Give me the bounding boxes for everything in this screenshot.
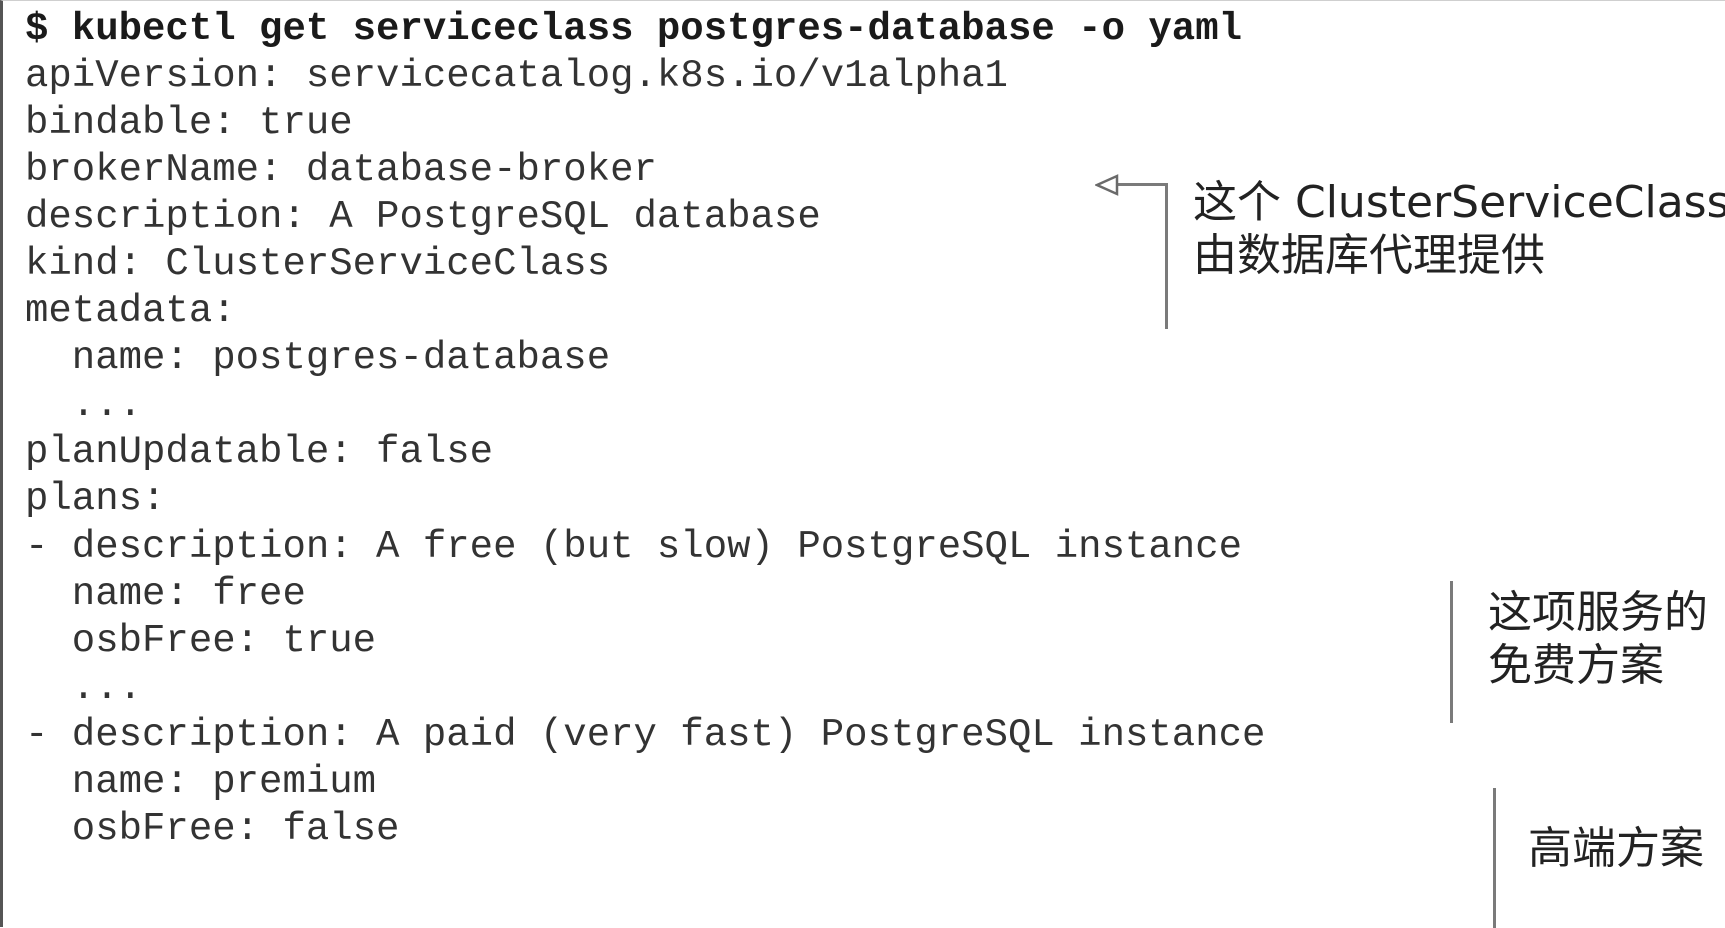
free-plan-note-line2: 免费方案 [1488,640,1664,691]
yaml-line-free-osbfree: osbFree: true [25,619,377,663]
yaml-line-ellipsis: ... [25,383,143,427]
broker-bracket-stem [1115,183,1168,186]
yaml-line-apiversion: apiVersion: servicecatalog.k8s.io/v1alph… [25,54,1008,98]
yaml-line-free-name: name: free [25,572,306,616]
yaml-line-bindable: bindable: true [25,101,353,145]
yaml-line-metadata-name: name: postgres-database [25,336,611,380]
yaml-line-ellipsis-2: ... [25,666,143,710]
premium-plan-note: 高端方案 [1528,823,1704,874]
code-listing-figure: $ kubectl get serviceclass postgres-data… [0,0,1725,928]
broker-note-line2: 由数据库代理提供 [1193,230,1545,281]
yaml-line-premium-name: name: premium [25,760,377,804]
command-line: $ kubectl get serviceclass postgres-data… [25,7,1242,51]
free-plan-bracket [1450,581,1453,723]
free-plan-note-line1: 这项服务的 [1488,587,1708,638]
yaml-line-kind: kind: ClusterServiceClass [25,242,611,286]
broker-bracket-vertical [1165,183,1168,329]
premium-plan-bracket [1493,788,1496,928]
yaml-line-plans: plans: [25,477,166,521]
broker-arrow-icon [1095,174,1119,196]
yaml-line-premium-description: - description: A paid (very fast) Postgr… [25,713,1266,757]
yaml-line-brokername: brokerName: database-broker [25,148,657,192]
yaml-line-planupdatable: planUpdatable: false [25,430,494,474]
yaml-line-free-description: - description: A free (but slow) Postgre… [25,525,1242,569]
broker-note-line1: 这个 ClusterServiceClass [1193,177,1725,228]
yaml-line-premium-osbfree: osbFree: false [25,807,400,851]
yaml-line-metadata: metadata: [25,289,236,333]
yaml-line-description: description: A PostgreSQL database [25,195,821,239]
